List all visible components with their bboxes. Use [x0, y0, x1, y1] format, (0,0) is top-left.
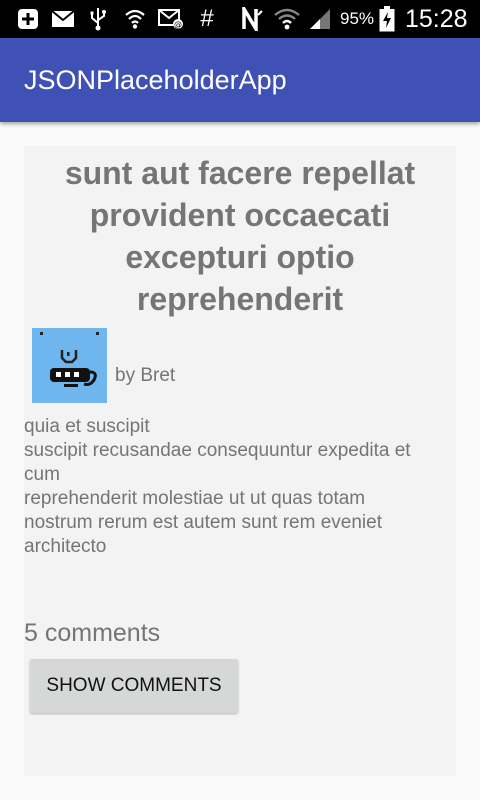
- battery-charging-icon: [378, 6, 396, 32]
- post-title: sunt aut facere repellat provident occae…: [64, 155, 416, 317]
- hash-icon: #: [200, 5, 214, 32]
- robot-avatar-icon: [32, 328, 107, 403]
- usb-icon: [88, 7, 108, 31]
- post-body: quia et suscipit suscipit recusandae con…: [24, 416, 411, 557]
- add-notification-icon: [16, 7, 40, 31]
- signal-icon: [308, 7, 332, 31]
- svg-text:@: @: [174, 20, 182, 29]
- clock-time: 15:28: [405, 5, 468, 33]
- app-bar: JSONPlaceholderApp: [0, 38, 480, 122]
- battery-percent: 95%: [340, 9, 375, 28]
- post-card: sunt aut facere repellat provident occae…: [24, 146, 456, 776]
- wifi-icon: [274, 7, 300, 31]
- post-author: by Bret: [115, 365, 176, 386]
- show-comments-button[interactable]: SHOW COMMENTS: [30, 659, 238, 713]
- app-title: JSONPlaceholderApp: [24, 65, 287, 95]
- comments-count: 5 comments: [24, 619, 161, 647]
- status-bar: @ # 95% 15:28: [0, 0, 480, 38]
- author-avatar: [32, 328, 107, 403]
- nfc-n-icon: [240, 7, 264, 31]
- photo-mail-icon: @: [158, 7, 184, 31]
- mail-icon: [51, 7, 75, 31]
- hotspot-icon: [123, 7, 147, 31]
